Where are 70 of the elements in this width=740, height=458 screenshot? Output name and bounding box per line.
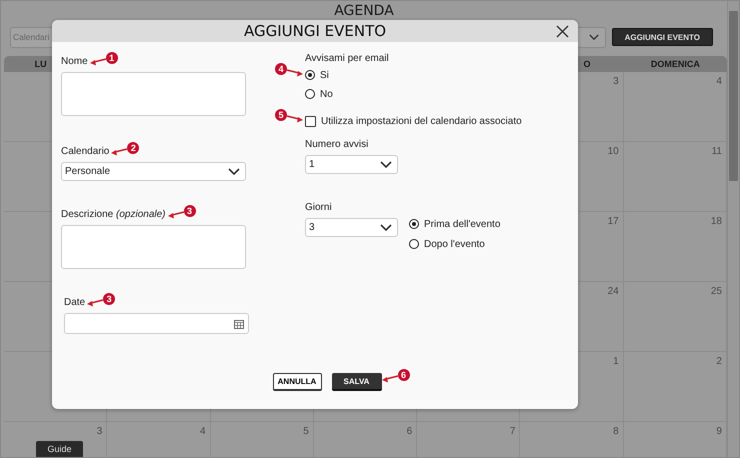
guide-button[interactable]: Guide (36, 441, 83, 457)
radio-button[interactable] (305, 89, 315, 99)
day-number: 18 (710, 216, 722, 227)
step-badge: 3 (184, 204, 196, 216)
field-label: Calendario (61, 146, 110, 156)
arrow-icon (87, 297, 104, 307)
days-dropdown[interactable]: 3 (305, 218, 398, 237)
day-number: 8 (613, 426, 619, 437)
chevron-icon (228, 168, 240, 176)
field-label: Nome (61, 56, 88, 66)
radio-button[interactable] (409, 239, 419, 249)
day-number: 4 (716, 76, 722, 87)
field-label: Avvisami per email (305, 52, 389, 64)
field-label: Descrizione (opzionale) (61, 208, 166, 220)
day-number: 1 (613, 356, 619, 367)
arrow-icon (287, 67, 303, 77)
option-label[interactable]: Dopo l'evento (424, 238, 485, 250)
checkbox[interactable] (305, 116, 316, 126)
option-label[interactable]: Prima dell'evento (424, 218, 500, 230)
checkbox-label[interactable]: Utilizza impostazioni del calendario associato (321, 116, 522, 126)
chevron-icon (380, 160, 392, 168)
arrow-icon (382, 373, 398, 383)
description-field[interactable] (61, 225, 246, 269)
day-number: 7 (510, 426, 516, 437)
page-title: AGENDA (333, 2, 395, 19)
step-badge: 1 (106, 52, 118, 64)
cancel-button[interactable]: ANNULLA (272, 373, 322, 391)
name-field[interactable] (61, 72, 246, 116)
day-number: 3 (96, 426, 102, 437)
scrollbar[interactable] (727, 1, 739, 457)
field-label: Numero avvisi (305, 138, 368, 150)
arrow-icon (287, 113, 303, 123)
step-badge: 3 (103, 292, 116, 304)
weekday-label: DOMENICA (650, 59, 700, 69)
day-number: 17 (608, 216, 619, 227)
step-badge: 4 (275, 63, 287, 75)
close-icon[interactable] (556, 25, 569, 38)
calendar-icon[interactable] (234, 318, 244, 328)
option-label[interactable]: Si (320, 70, 329, 80)
field-label: Giorni (305, 202, 332, 212)
alert-count-dropdown[interactable]: 1 (305, 155, 398, 174)
arrow-icon (111, 146, 128, 156)
day-number: 6 (406, 426, 412, 437)
weekday-label: LU (34, 59, 47, 69)
day-number: 24 (608, 286, 619, 297)
day-number: 3 (613, 76, 619, 87)
step-badge: 5 (275, 109, 287, 121)
day-number: 11 (712, 146, 722, 157)
day-number: 4 (200, 426, 206, 437)
option-label[interactable]: No (320, 88, 333, 100)
date-field[interactable] (64, 313, 249, 334)
day-number: 9 (716, 426, 722, 437)
save-button[interactable]: SALVA (332, 373, 382, 391)
radio-button[interactable] (409, 219, 419, 229)
chevron-icon (380, 224, 392, 232)
weekday-label: O (584, 59, 591, 69)
arrow-icon (168, 209, 184, 219)
field-label: Date (64, 296, 86, 308)
arrow-icon (90, 56, 106, 66)
day-number: 2 (716, 356, 722, 367)
calendar-dropdown[interactable]: Personale (61, 162, 246, 181)
dialog-title: AGGIUNGI EVENTO (244, 22, 386, 40)
step-badge: 6 (398, 368, 410, 380)
radio-button[interactable] (305, 70, 315, 80)
day-number: 5 (303, 426, 309, 437)
step-badge: 2 (127, 142, 140, 154)
day-number: 10 (608, 146, 619, 157)
add-event-button[interactable]: AGGIUNGI EVENTO (612, 28, 713, 46)
day-number: 25 (710, 286, 722, 297)
chevron-icon (588, 34, 599, 40)
